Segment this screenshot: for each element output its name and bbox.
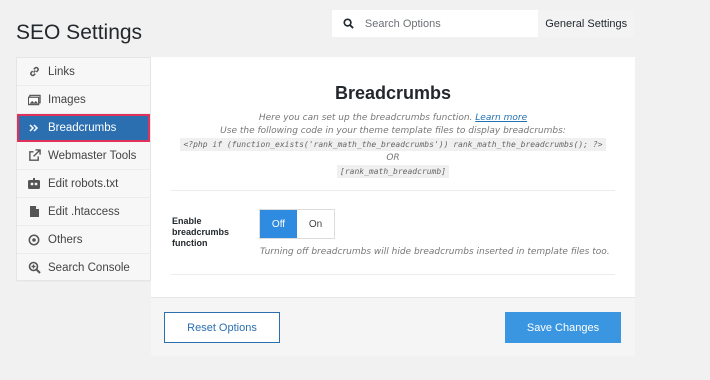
settings-footer: Reset Options Save Changes (151, 297, 635, 356)
breadcrumbs-icon (27, 121, 41, 135)
sidebar-item-label: Breadcrumbs (48, 122, 117, 134)
learn-more-link[interactable]: Learn more (475, 113, 527, 123)
description-text: Here you can set up the breadcrumbs func… (258, 113, 473, 123)
sidebar-item-images[interactable]: Images (17, 86, 150, 114)
image-icon (27, 93, 41, 107)
breadcrumbs-toggle: Off On (259, 209, 335, 239)
sidebar-item-webmaster-tools[interactable]: Webmaster Tools (17, 142, 150, 170)
description-usage: Use the following code in your theme tem… (220, 126, 566, 136)
sidebar-item-htaccess[interactable]: Edit .htaccess (17, 198, 150, 226)
sidebar-item-links[interactable]: Links (17, 58, 150, 86)
section-title: Breadcrumbs (334, 83, 452, 103)
search-input[interactable] (360, 10, 539, 37)
sidebar-item-search-console[interactable]: Search Console (17, 254, 150, 282)
save-changes-button[interactable]: Save Changes (505, 312, 621, 343)
divider (171, 190, 615, 191)
section-description: Here you can set up the breadcrumbs func… (151, 112, 635, 179)
reset-options-button[interactable]: Reset Options (164, 312, 280, 343)
sidebar-item-label: Search Console (48, 261, 130, 274)
settings-sidebar: Links Images Breadcrumbs Webmaster Tools… (16, 57, 151, 282)
sidebar-item-robots[interactable]: Edit robots.txt (17, 170, 150, 198)
search-icon (337, 18, 361, 29)
search-scope-dropdown[interactable]: General Settings (538, 10, 634, 37)
sidebar-item-label: Edit .htaccess (48, 205, 120, 218)
php-code-snippet: <?php if (function_exists('rank_math_the… (180, 138, 606, 151)
search-console-icon (27, 261, 41, 275)
toggle-off-button[interactable]: Off (260, 210, 297, 238)
sidebar-item-label: Edit robots.txt (48, 177, 119, 190)
sidebar-item-label: Images (48, 93, 86, 106)
file-icon (27, 205, 41, 219)
shortcode-snippet: [rank_math_breadcrumb] (337, 165, 449, 178)
sidebar-item-label: Links (48, 65, 75, 78)
enable-breadcrumbs-label: Enable breadcrumbs function (172, 216, 230, 248)
robot-icon (27, 177, 41, 191)
or-separator: OR (386, 153, 400, 163)
sidebar-item-others[interactable]: Others (17, 226, 150, 254)
link-icon (27, 65, 41, 79)
breadcrumbs-settings-panel: Breadcrumbs Here you can set up the brea… (151, 57, 635, 297)
toggle-on-button[interactable]: On (297, 210, 334, 238)
page-title: SEO Settings (16, 21, 143, 44)
toggle-help-text: Turning off breadcrumbs will hide breadc… (260, 247, 610, 257)
sidebar-item-label: Webmaster Tools (48, 149, 137, 162)
sidebar-item-breadcrumbs[interactable]: Breadcrumbs (17, 114, 150, 142)
sidebar-item-label: Others (48, 233, 83, 246)
external-link-icon (27, 149, 41, 163)
divider (171, 274, 615, 275)
target-icon (27, 233, 41, 247)
search-bar: General Settings (332, 10, 634, 37)
